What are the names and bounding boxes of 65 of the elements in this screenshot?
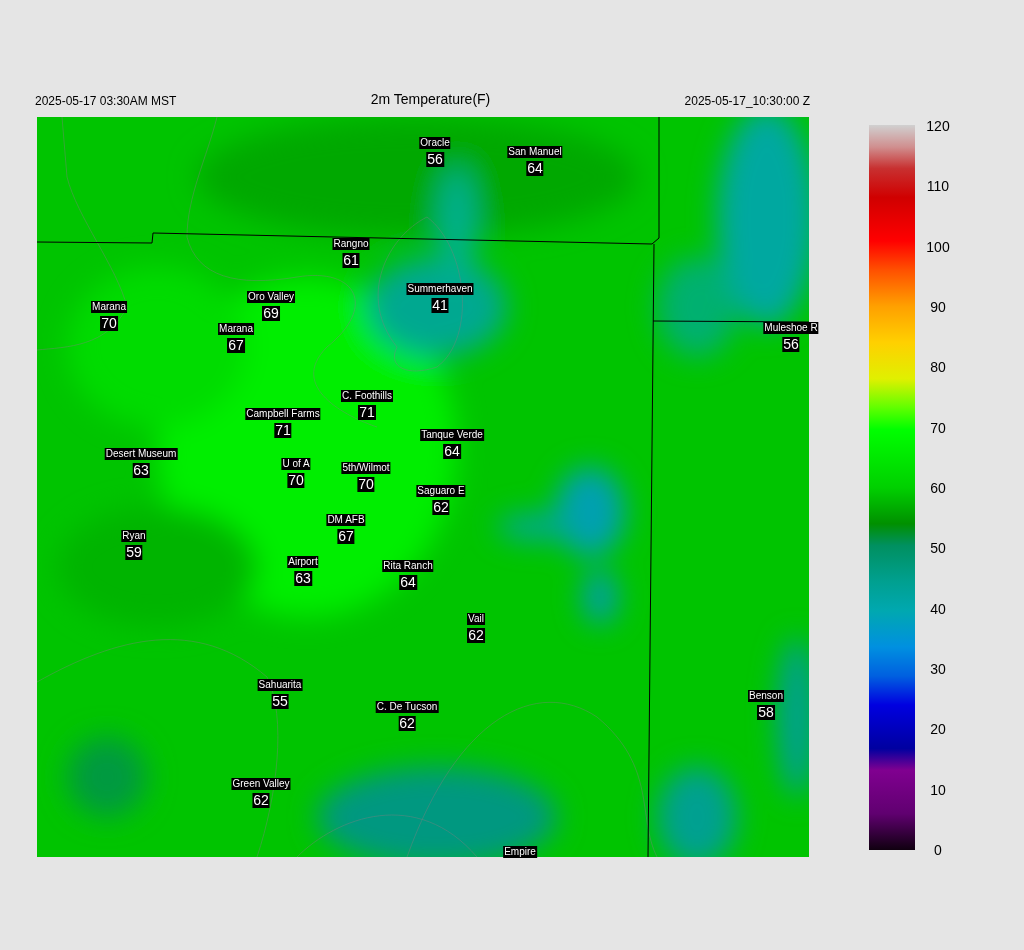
station-name: Desert Museum (104, 448, 178, 460)
station-name: Ryan (121, 530, 147, 542)
station-name: Airport (287, 556, 319, 568)
temperature-value: 69 (262, 306, 280, 321)
station-name: DM AFB (326, 514, 366, 526)
temperature-value: 62 (398, 716, 416, 731)
temperature-value: 64 (443, 444, 461, 459)
station-name: Green Valley (231, 778, 291, 790)
scale-tick-label: 60 (929, 480, 947, 495)
station-name: Marana (91, 301, 127, 313)
temperature-value: 62 (467, 628, 485, 643)
scale-tick-label: 120 (925, 119, 951, 133)
scale-tick-label: 70 (929, 420, 947, 435)
temperature-value: 64 (399, 575, 417, 590)
temperature-value: 61 (342, 253, 360, 268)
station-name: Rangno (332, 238, 370, 250)
temperature-value: 64 (526, 161, 544, 176)
scale-tick-label: 0 (933, 842, 943, 857)
station-name: Marana (218, 323, 254, 335)
temperature-value: 63 (294, 571, 312, 586)
station-name: Campbell Farms (245, 408, 321, 420)
temperature-value: 67 (227, 338, 245, 353)
station-name: C. Foothills (341, 390, 393, 402)
station-name: Summerhaven (406, 283, 474, 295)
temperature-value: 41 (431, 298, 449, 313)
station-name: San Manuel (507, 146, 563, 158)
scale-tick-label: 80 (929, 360, 947, 375)
chart-title: 2m Temperature(F) (370, 90, 491, 109)
temperature-value: 59 (125, 545, 143, 560)
scale-tick-label: 40 (929, 601, 947, 616)
temperature-value: 70 (357, 477, 375, 492)
temperature-value: 70 (287, 473, 305, 488)
station-name: Sahuarita (257, 679, 303, 691)
temperature-value: 70 (100, 316, 118, 331)
temperature-value: 56 (426, 152, 444, 167)
station-name: Muleshoe R (763, 322, 819, 334)
station-name: Oro Valley (247, 291, 295, 303)
temperature-value: 63 (132, 463, 150, 478)
station-name: Rita Ranch (382, 560, 434, 572)
local-time: 2025-05-17 03:30AM MST (35, 93, 177, 110)
station-name: Vail (467, 613, 485, 625)
scale-tick-label: 30 (929, 661, 947, 676)
station-name: Tanque Verde (420, 429, 484, 441)
station-name: Empire (503, 846, 537, 858)
station-name: Oracle (419, 137, 451, 149)
scale-tick-label: 10 (929, 782, 947, 797)
station-name: C. De Tucson (375, 701, 439, 713)
scale-tick-label: 100 (925, 239, 951, 254)
utc-time: 2025-05-17_10:30:00 Z (684, 93, 810, 110)
temperature-value: 62 (252, 793, 270, 808)
station-name: Saguaro E (416, 485, 466, 497)
temperature-value: 71 (358, 405, 376, 420)
scale-tick-label: 50 (929, 541, 947, 556)
station-name: U of A (281, 458, 311, 470)
temperature-value: 55 (271, 694, 289, 709)
temperature-value: 56 (782, 337, 800, 352)
station-name: Benson (748, 690, 784, 702)
scale-tick-label: 90 (929, 300, 947, 314)
temperature-value: 58 (757, 705, 775, 720)
temperature-value: 71 (274, 423, 292, 438)
scale-tick-label: 110 (925, 179, 951, 194)
scale-tick-label: 20 (929, 722, 947, 737)
station-name: 5th/Wilmot (341, 462, 391, 474)
temperature-value: 67 (337, 529, 355, 544)
temperature-value: 62 (432, 500, 450, 515)
